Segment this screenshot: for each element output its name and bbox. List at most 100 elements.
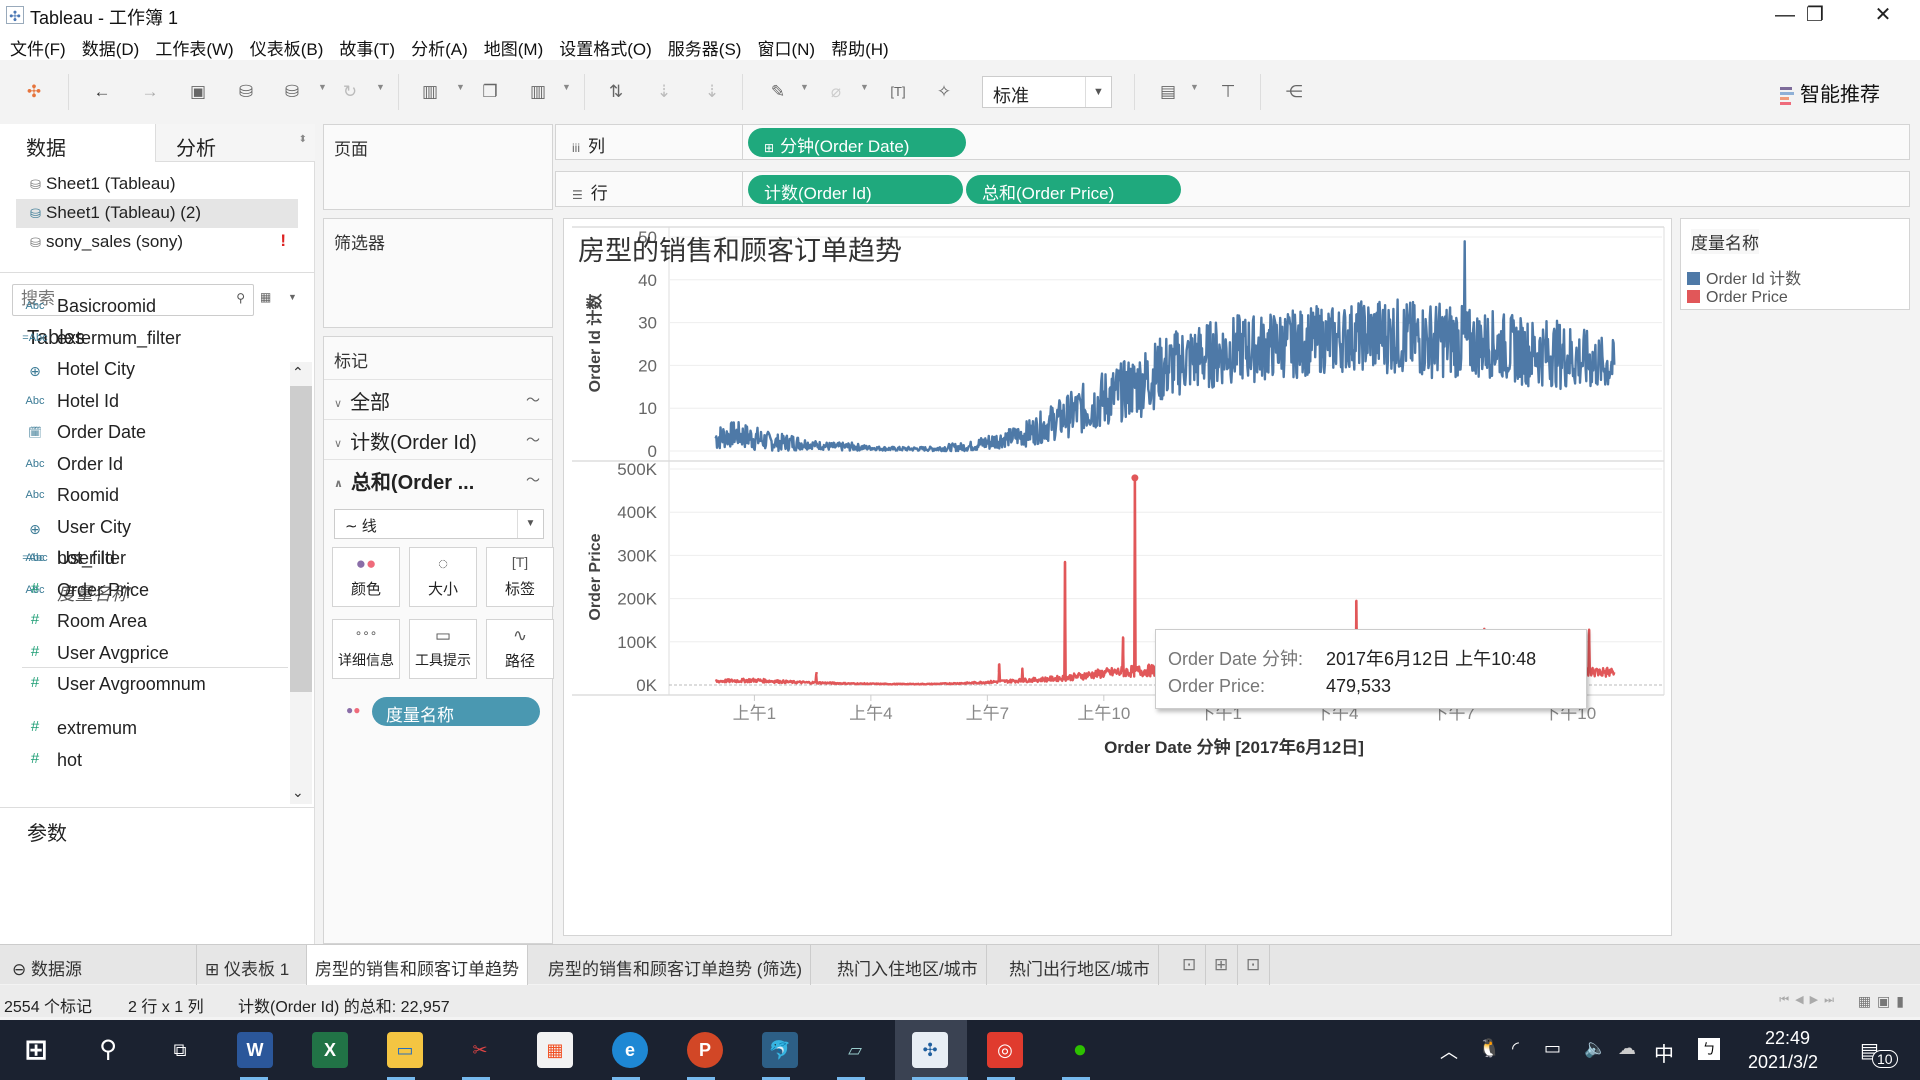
tab-analysis[interactable]: 分析 ⬍ — [155, 124, 315, 162]
field-item[interactable]: # User Avgprice — [0, 640, 290, 671]
pause-update-caret[interactable]: ▼ — [318, 82, 327, 92]
close-button[interactable]: ✕ — [1856, 0, 1910, 30]
field-item[interactable]: Abc Hotel Id — [0, 388, 290, 419]
datasource-item-selected[interactable]: ⛁ Sheet1 (Tableau) (2) — [16, 199, 298, 228]
tab-dashboard-1[interactable]: ⊞ 仪表板 1 — [197, 945, 307, 985]
new-dashboard-icon[interactable]: ⊞ — [1206, 945, 1238, 985]
qq-icon[interactable]: 🐧 — [1478, 1038, 1500, 1059]
datasource-item[interactable]: ⛁ Sheet1 (Tableau) — [16, 170, 298, 199]
marks-row-count-order-id[interactable]: ∨ 计数(Order Id) 〜 — [324, 419, 552, 459]
field-item[interactable]: Abc Order Id — [0, 451, 290, 482]
mark-type-select[interactable]: ∼ 线 ▼ — [334, 509, 544, 539]
field-item[interactable]: ⊕ Hotel City — [0, 356, 290, 387]
rows-shelf[interactable]: ☰ 行 计数(Order Id) 总和(Order Price) — [555, 171, 1910, 207]
edge-icon[interactable]: e — [612, 1032, 648, 1068]
refresh-icon[interactable]: ↻ — [338, 80, 362, 104]
mysql-workbench-icon[interactable]: 🐬 — [762, 1032, 798, 1068]
label-icon[interactable]: [T] — [886, 80, 910, 104]
tab-data[interactable]: 数据 — [0, 124, 155, 162]
pin-icon[interactable]: ✧ — [932, 80, 956, 104]
scrollbar-thumb[interactable] — [290, 386, 312, 692]
filters-shelf[interactable]: 筛选器 — [323, 218, 553, 328]
measure-names-color-pill[interactable]: 度量名称 — [372, 697, 540, 726]
tab-sheet-filtered[interactable]: 房型的销售和顾客订单趋势 (筛选) — [540, 945, 812, 985]
menu-window[interactable]: 窗口(N) — [757, 30, 823, 60]
tableau-taskbar-icon[interactable]: ✣ — [912, 1032, 948, 1068]
menu-analysis[interactable]: 分析(A) — [411, 30, 476, 60]
refresh-caret[interactable]: ▼ — [376, 82, 385, 92]
tab-datasource[interactable]: ⊖ 数据源 — [0, 945, 197, 985]
chart-canvas[interactable]: 01020304050Order Id 计数0K100K200K300K400K… — [564, 219, 1673, 937]
pill-minute-order-date[interactable]: ⊞ 分钟(Order Date) — [748, 128, 966, 157]
battery-icon[interactable]: ▭ — [1544, 1038, 1561, 1059]
powerpoint-icon[interactable]: P — [687, 1032, 723, 1068]
columns-shelf[interactable]: iii 列 ⊞ 分钟(Order Date) — [555, 124, 1910, 160]
datasource-item[interactable]: ⛁ sony_sales (sony) ! — [16, 228, 298, 257]
ime-mode-icon[interactable]: ㄅ — [1698, 1038, 1720, 1060]
field-item[interactable]: ⊕ User City — [0, 514, 290, 545]
show-me-button[interactable]: 智能推荐 — [1780, 78, 1880, 107]
detail-button[interactable]: ∘∘∘ 详细信息 — [332, 619, 400, 679]
size-button[interactable]: ◌ 大小 — [409, 547, 477, 607]
new-sheet-caret[interactable]: ▼ — [456, 82, 465, 92]
legend-item-order-price[interactable]: Order Price — [1687, 289, 1788, 307]
fit-select[interactable]: 标准 ▼ — [982, 76, 1112, 108]
sort-desc-icon[interactable]: ⇣ — [700, 80, 724, 104]
swap-icon[interactable]: ⇅ — [604, 80, 628, 104]
field-item[interactable]: Abc Basicroomid — [0, 293, 290, 324]
new-datasource-icon[interactable]: ⛁ — [234, 80, 258, 104]
marks-row-sum-order-price[interactable]: ∧ 总和(Order ... 〜 — [324, 459, 552, 499]
sort-asc-icon[interactable]: ⇣ — [652, 80, 676, 104]
field-item[interactable]: # extremum — [0, 715, 290, 746]
pages-shelf[interactable]: 页面 — [323, 124, 553, 210]
volume-icon[interactable]: 🔈 — [1584, 1038, 1606, 1059]
new-story-icon[interactable]: ⊡ — [1238, 945, 1270, 985]
group-caret[interactable]: ▼ — [860, 82, 869, 92]
pill-count-order-id[interactable]: 计数(Order Id) — [748, 175, 963, 204]
back-icon[interactable]: ← — [90, 80, 114, 104]
clear-sheet-icon[interactable]: ▥ — [526, 80, 550, 104]
chevron-down-icon[interactable]: ▼ — [517, 510, 543, 538]
new-sheet-icon[interactable]: ▥ — [418, 80, 442, 104]
tab-hot-travel-city[interactable]: 热门出行地区/城市 — [1001, 945, 1159, 985]
group-icon[interactable]: ⌀ — [824, 80, 848, 104]
clock-date[interactable]: 2021/3/2 — [1748, 1052, 1818, 1073]
pause-update-icon[interactable]: ⛁ — [280, 80, 304, 104]
menu-data[interactable]: 数据(D) — [82, 30, 148, 60]
field-item[interactable]: # Order Price — [0, 577, 290, 608]
menu-help[interactable]: 帮助(H) — [831, 30, 897, 60]
field-item[interactable]: # Room Area — [0, 608, 290, 639]
word-icon[interactable]: W — [237, 1032, 273, 1068]
show-cards-caret[interactable]: ▼ — [1190, 82, 1199, 92]
excel-icon[interactable]: X — [312, 1032, 348, 1068]
netease-music-icon[interactable]: ◎ — [987, 1032, 1023, 1068]
spinner-icon[interactable]: ⬍ — [299, 134, 307, 145]
ime-indicator[interactable]: 中 — [1654, 1038, 1674, 1067]
marks-row-all[interactable]: ∨ 全部 〜 — [324, 379, 552, 419]
tableau-logo-icon[interactable]: ✣ — [22, 80, 46, 104]
field-item[interactable]: =Abc extermum_filter — [0, 325, 290, 356]
field-item[interactable]: 🗓 Order Date — [0, 419, 290, 450]
notification-count[interactable]: 10 — [1872, 1050, 1898, 1068]
save-icon[interactable]: ▣ — [186, 80, 210, 104]
path-button[interactable]: ∿ 路径 — [486, 619, 554, 679]
menu-map[interactable]: 地图(M) — [484, 30, 551, 60]
menu-dashboard[interactable]: 仪表板(B) — [250, 30, 332, 60]
highlight-icon[interactable]: ✎ — [766, 80, 790, 104]
share-icon[interactable]: ⋲ — [1282, 80, 1306, 104]
presentation-icon[interactable]: ⊤ — [1216, 80, 1240, 104]
field-item[interactable]: =Abc hot_filter — [0, 545, 290, 576]
sheet-navigation-icons[interactable]: ⏮◀▶⏭ — [1779, 993, 1840, 1007]
tray-overflow-icon[interactable]: ︿ — [1440, 1038, 1458, 1064]
search-icon[interactable]: ⚲ — [90, 1032, 126, 1068]
chevron-down-icon[interactable]: ▼ — [1085, 77, 1111, 107]
label-button[interactable]: [T] 标签 — [486, 547, 554, 607]
field-item[interactable]: Abc Roomid — [0, 482, 290, 513]
scroll-down-icon[interactable]: ⌄ — [292, 784, 304, 801]
show-cards-icon[interactable]: ▤ — [1156, 80, 1180, 104]
scroll-up-icon[interactable]: ⌃ — [292, 364, 304, 381]
wifi-icon[interactable]: ◜ — [1512, 1038, 1519, 1059]
sheet-view-toggle-icons[interactable]: ▦▣▮ — [1858, 993, 1910, 1010]
restore-button[interactable]: ❐ — [1785, 0, 1845, 30]
tooltip-button[interactable]: ▭ 工具提示 — [409, 619, 477, 679]
